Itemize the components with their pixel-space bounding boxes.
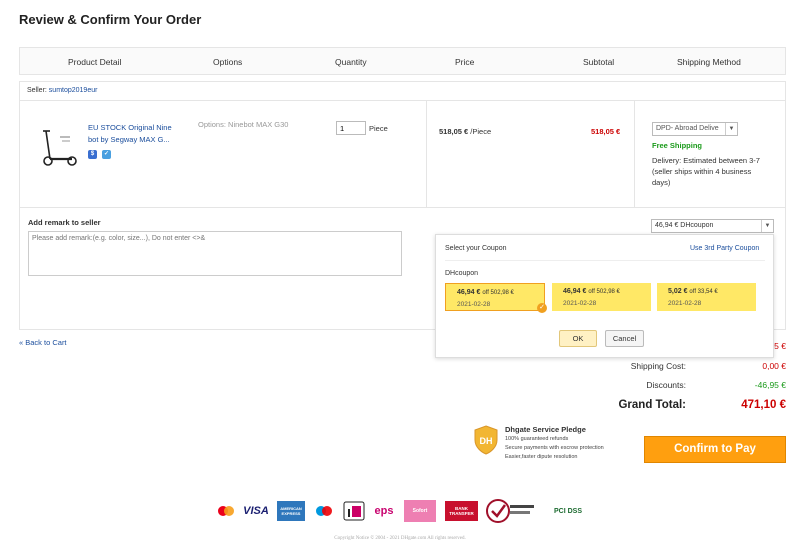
coupon-category: DHcoupon [445,270,479,277]
shipping-method-select[interactable]: DPD- Abroad Delive ▼ [652,122,738,136]
confirm-to-pay-button[interactable]: Confirm to Pay [644,436,786,463]
col-shipping-method: Shipping Method [677,57,741,67]
pledge-title: Dhgate Service Pledge [505,425,586,434]
coupon-amount: 46,94 € [563,288,587,295]
remark-textarea[interactable] [28,231,402,276]
copyright-text: Copyright Notice © 2004 - 2021 DHgate.co… [334,536,466,541]
visa-icon: VISA [243,505,269,517]
unit-price: 518,05 € /Piece [439,127,491,136]
coupon-amount: 46,94 € [457,289,481,296]
table-header: Product Detail Options Quantity Price Su… [19,47,786,75]
amex-icon: AMERICAN EXPRESS [277,501,305,521]
coupon-condition: off 502,98 € [482,290,514,296]
product-title-link[interactable]: EU STOCK Original Nine bot by Segway MAX… [88,122,183,146]
chevron-down-icon: ▼ [725,123,737,135]
pledge-line: Easier,faster dipute resolution [505,454,578,460]
col-subtotal: Subtotal [583,57,615,67]
divider [426,101,427,208]
discounts-value: -46,95 € [754,380,786,390]
seller-row: Seller: sumtop2019eur [19,81,786,101]
shipping-cost-value: 0,00 € [762,361,786,371]
options-value: Ninebot MAX G30 [228,120,289,129]
quantity-input[interactable] [336,121,366,135]
product-thumbnail[interactable] [36,125,80,169]
shield-badge-icon: $ [88,150,97,159]
back-to-cart-link[interactable]: « Back to Cart [19,338,67,347]
seller-label: Seller: [27,87,47,94]
divider [634,101,635,208]
discounts-label: Discounts: [646,380,686,390]
shipping-method-value: DPD- Abroad Delive [656,125,719,132]
ideal-icon [342,499,366,523]
verified-badge-icon: ✓ [102,150,111,159]
pledge-line: 100% guaranteed refunds [505,436,569,442]
quantity-unit: Piece [369,124,388,133]
free-shipping-label: Free Shipping [652,141,703,150]
delivery-estimate: Delivery: Estimated between 3-7 (seller … [652,156,760,187]
options-label: Options: [198,120,226,129]
coupon-date: 2021-02-28 [563,300,597,307]
subtotal-value: 518,05 € [591,127,621,136]
remark-label: Add remark to seller [28,218,101,227]
coupon-select-value: 46,94 € DHcoupon [655,222,714,229]
coupon-select[interactable]: 46,94 € DHcoupon ▼ [651,219,774,233]
items-total-value: 5 € [774,341,786,351]
shipping-cost-label: Shipping Cost: [630,361,686,371]
chevron-down-icon: ▼ [761,220,773,232]
coupon-card-1[interactable]: 46,94 € off 502,98 € 2021-02-28 [445,283,545,311]
eps-icon: eps [374,505,394,517]
cancel-button[interactable]: Cancel [605,330,644,347]
selected-check-icon: ✓ [537,303,547,313]
third-party-coupon-link[interactable]: Use 3rd Party Coupon [690,245,759,252]
coupon-amount: 5,02 € [668,288,688,295]
price-unit: /Piece [470,127,492,136]
grand-total-label: Grand Total: [618,399,686,411]
coupon-date: 2021-02-28 [457,301,491,308]
ok-button[interactable]: OK [559,330,597,347]
pledge-line: Secure payments with escrow protection [505,445,604,451]
coupon-condition: off 33,54 € [689,289,718,295]
col-quantity: Quantity [335,57,367,67]
col-price: Price [455,57,475,67]
maestro-icon [313,499,335,523]
pci-dss-icon: PCI DSS [553,507,582,515]
coupon-date: 2021-02-28 [668,300,702,307]
product-options: Options: Ninebot MAX G30 [198,120,288,129]
shield-icon: DH [474,425,498,455]
col-product-detail: Product Detail [68,57,122,67]
price-value: 518,05 € [439,127,469,136]
coupon-popup-title: Select your Coupon [445,245,507,252]
sofort-icon: Sofort [404,500,436,522]
grand-total-value: 471,10 € [741,399,786,411]
coupon-condition: off 502,98 € [588,289,620,295]
bank-transfer-icon: BANK TRANSFER [445,501,478,521]
verified-by-visa-icon [486,499,536,523]
coupon-card-3[interactable]: 5,02 € off 33,54 € 2021-02-28 [657,283,756,311]
seller-name-link[interactable]: sumtop2019eur [49,87,98,94]
mastercard-icon [215,499,237,523]
col-options: Options [213,57,243,67]
svg-text:DH: DH [480,436,493,446]
divider [445,260,765,261]
coupon-card-2[interactable]: 46,94 € off 502,98 € 2021-02-28 [552,283,651,311]
page-title: Review & Confirm Your Order [19,12,202,27]
